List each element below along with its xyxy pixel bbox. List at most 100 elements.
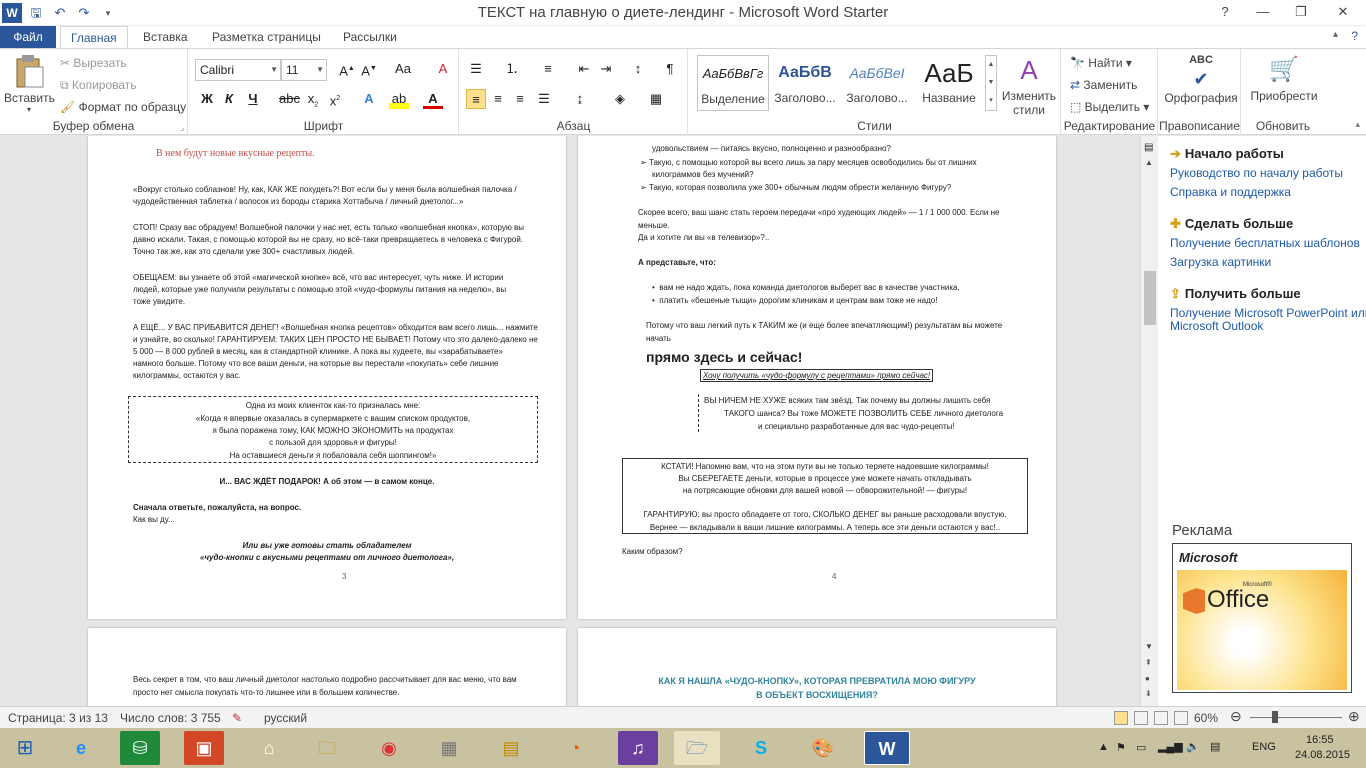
cut-button[interactable]: ✂ Вырезать bbox=[60, 56, 127, 70]
purchase-button[interactable]: 🛒 Приобрести bbox=[1246, 53, 1322, 103]
office-ad[interactable]: Microsoft Office Microsoft® bbox=[1172, 543, 1352, 693]
help-icon[interactable]: ? bbox=[1206, 0, 1244, 24]
page-4[interactable]: удовольствием — питаясь вкусно, полноцен… bbox=[578, 136, 1056, 619]
align-center-button[interactable]: ≡ bbox=[488, 89, 508, 109]
notes-icon[interactable]: ▤ bbox=[488, 731, 534, 765]
clear-formatting-icon[interactable]: A bbox=[433, 59, 453, 79]
tab-home[interactable]: Главная bbox=[60, 26, 128, 48]
page-5[interactable]: Весь секрет в том, что ваш личный диетол… bbox=[88, 628, 566, 706]
paint-icon[interactable]: 🎨 bbox=[800, 731, 846, 765]
clock-date[interactable]: 24.08.2015 bbox=[1295, 749, 1350, 761]
scroll-down-icon[interactable]: ▼ bbox=[1145, 642, 1153, 651]
grow-font-icon[interactable]: A▲ bbox=[337, 59, 357, 79]
chrome-icon[interactable]: ◉ bbox=[366, 731, 412, 765]
highlight-icon[interactable]: ab bbox=[389, 89, 409, 109]
collapse-arrow-icon[interactable]: ▴ bbox=[1355, 119, 1360, 130]
minimize-button[interactable]: — bbox=[1244, 0, 1282, 24]
page-counter[interactable]: Страница: 3 из 13 bbox=[8, 711, 108, 725]
bold-button[interactable]: Ж bbox=[197, 89, 217, 109]
proofing-status-icon[interactable]: ✎ bbox=[232, 711, 242, 725]
folder-icon[interactable]: 🗀 bbox=[304, 731, 350, 765]
explorer-icon[interactable]: 🗁 bbox=[674, 731, 720, 765]
tab-page-layout[interactable]: Разметка страницы bbox=[202, 26, 331, 48]
word-counter[interactable]: Число слов: 3 755 bbox=[120, 711, 221, 725]
tab-file[interactable]: Файл bbox=[0, 26, 56, 48]
ie-icon[interactable]: e bbox=[58, 731, 104, 765]
style-heading1[interactable]: АаБбВ Заголово... bbox=[769, 55, 841, 111]
document-area[interactable]: В нем будут новые вкусные рецепты. «Вокр… bbox=[0, 136, 1140, 706]
upgrade-link[interactable]: Получение Microsoft PowerPoint или bbox=[1170, 306, 1366, 320]
help-support-link[interactable]: Справка и поддержка bbox=[1170, 185, 1291, 199]
font-size-combo[interactable]: 11 ▼ bbox=[281, 59, 327, 81]
align-left-button[interactable]: ≡ bbox=[466, 89, 486, 109]
keyboard-language[interactable]: ENG bbox=[1252, 741, 1276, 753]
dialog-launcher-icon[interactable]: ⌟ bbox=[180, 123, 184, 132]
copy-button[interactable]: ⧉ Копировать bbox=[60, 78, 137, 93]
skype-icon[interactable]: S bbox=[738, 731, 784, 765]
cta-button[interactable]: Хочу получить «чудо-формулу с рецептами»… bbox=[700, 369, 934, 382]
volume-icon[interactable]: 🔈 bbox=[1186, 740, 1200, 753]
page-3[interactable]: В нем будут новые вкусные рецепты. «Вокр… bbox=[88, 136, 566, 619]
outline-icon[interactable] bbox=[1174, 711, 1188, 725]
multilevel-list-icon[interactable]: ≡ bbox=[538, 59, 558, 79]
line-spacing-icon[interactable]: ↨ bbox=[570, 89, 590, 109]
print-layout-icon[interactable] bbox=[1114, 711, 1128, 725]
find-button[interactable]: 🔭 Найти ▾ bbox=[1070, 56, 1132, 70]
shading-icon[interactable]: ◈ bbox=[610, 89, 630, 109]
restore-button[interactable]: ❐ bbox=[1282, 0, 1320, 24]
increase-indent-icon[interactable]: ⇥ bbox=[596, 59, 616, 79]
store-icon[interactable]: ⛁ bbox=[120, 731, 160, 765]
vertical-scrollbar[interactable]: ▤ ▲ ▼ ⇞ ● ⇟ bbox=[1140, 136, 1158, 706]
home-icon[interactable]: ⌂ bbox=[246, 731, 292, 765]
strikethrough-button[interactable]: abc bbox=[279, 89, 300, 109]
bullets-icon[interactable]: ☰ bbox=[466, 59, 486, 79]
photos-icon[interactable]: ▣ bbox=[184, 731, 224, 765]
decrease-indent-icon[interactable]: ⇤ bbox=[574, 59, 594, 79]
change-case-icon[interactable]: Aa bbox=[393, 59, 413, 79]
zoom-slider[interactable] bbox=[1250, 717, 1342, 718]
close-button[interactable]: ✕ bbox=[1320, 0, 1366, 24]
page-6[interactable]: КАК Я НАШЛА «ЧУДО-КНОПКУ», КОТОРАЯ ПРЕВР… bbox=[578, 628, 1056, 706]
zoom-in-icon[interactable]: ⊕ bbox=[1348, 708, 1360, 725]
upgrade-link-2[interactable]: Microsoft Outlook bbox=[1170, 319, 1263, 333]
tab-insert[interactable]: Вставка bbox=[133, 26, 198, 48]
show-marks-icon[interactable]: ¶ bbox=[660, 59, 680, 79]
replace-button[interactable]: ⇄ Заменить bbox=[1070, 78, 1137, 92]
reading-layout-icon[interactable] bbox=[1134, 711, 1148, 725]
battery-icon[interactable]: ▭ bbox=[1136, 741, 1146, 754]
language-indicator[interactable]: русский bbox=[264, 711, 307, 725]
clipart-link[interactable]: Загрузка картинки bbox=[1170, 255, 1271, 269]
word-taskbar-icon[interactable]: W bbox=[864, 731, 910, 765]
clock-time[interactable]: 16:55 bbox=[1306, 734, 1334, 746]
style-heading2[interactable]: АаБбВеI Заголово... bbox=[841, 55, 913, 111]
help-ribbon-icon[interactable]: ? bbox=[1351, 29, 1358, 43]
calculator-icon[interactable]: ▦ bbox=[426, 731, 472, 765]
shrink-font-icon[interactable]: A▼ bbox=[359, 59, 379, 79]
sort-icon[interactable]: ↕ bbox=[628, 59, 648, 79]
media-icon[interactable]: ♫ bbox=[618, 731, 658, 765]
collapse-ribbon-icon[interactable]: ▴ bbox=[1333, 29, 1338, 40]
styles-scroll[interactable]: ▲ ▼ ▾ bbox=[985, 55, 997, 111]
scroll-thumb[interactable] bbox=[1144, 271, 1156, 325]
firefox-icon[interactable]: ◔ bbox=[552, 731, 598, 765]
subscript-button[interactable]: x2 bbox=[303, 89, 323, 109]
font-name-combo[interactable]: Calibri ▼ bbox=[195, 59, 281, 81]
change-styles-button[interactable]: A Изменить стили bbox=[999, 53, 1059, 117]
ruler-toggle-icon[interactable]: ▤ bbox=[1144, 142, 1153, 153]
network-icon[interactable]: ▂▄▆ bbox=[1158, 740, 1183, 753]
start-icon[interactable]: ⊞ bbox=[2, 731, 48, 765]
underline-button[interactable]: Ч bbox=[243, 89, 263, 109]
style-title[interactable]: АаБ Название bbox=[913, 55, 985, 111]
borders-icon[interactable]: ▦ bbox=[646, 89, 666, 109]
select-button[interactable]: ⬚ Выделить ▾ bbox=[1070, 100, 1149, 114]
zoom-level[interactable]: 60% bbox=[1194, 711, 1218, 725]
paste-button[interactable]: Вставить ▾ bbox=[4, 53, 55, 114]
superscript-button[interactable]: x2 bbox=[325, 89, 345, 109]
getting-started-link[interactable]: Руководство по началу работы bbox=[1170, 166, 1343, 180]
text-effects-icon[interactable]: A bbox=[359, 89, 379, 109]
zoom-out-icon[interactable]: ⊖ bbox=[1230, 708, 1242, 725]
ime-icon[interactable]: ▤ bbox=[1210, 740, 1220, 753]
font-color-icon[interactable]: A bbox=[423, 89, 443, 109]
flag-icon[interactable]: ⚑ bbox=[1116, 741, 1126, 754]
next-page-icon[interactable]: ⇟ bbox=[1145, 689, 1152, 698]
